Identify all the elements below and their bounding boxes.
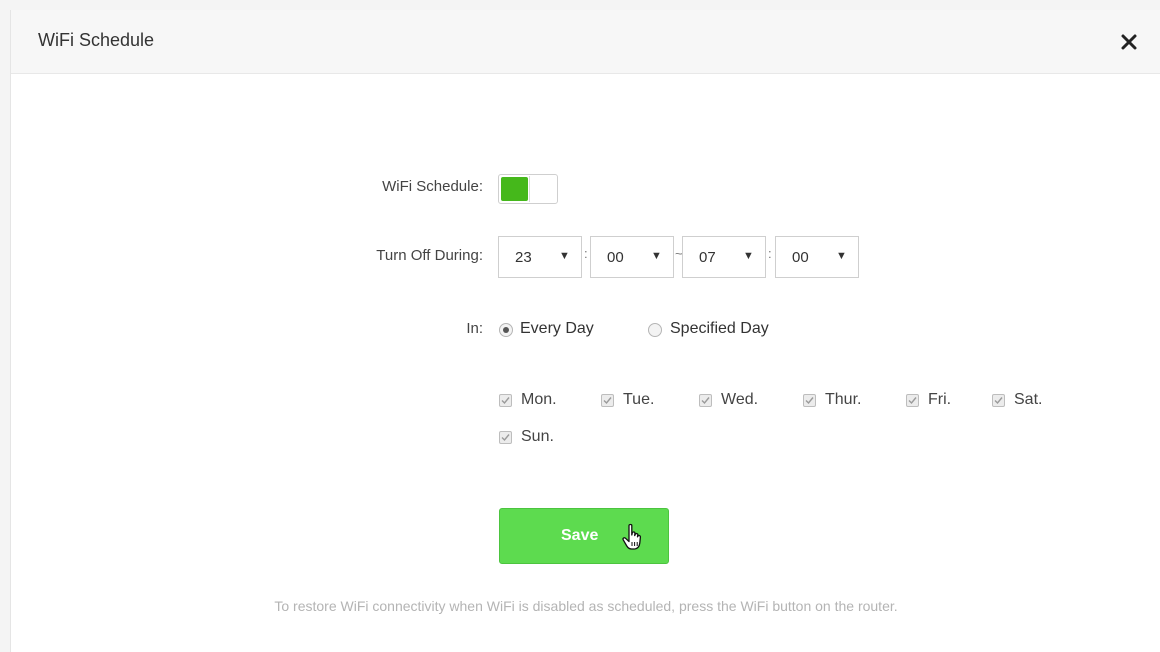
time-colon: :	[584, 246, 588, 261]
dropdown-arrow-icon: ▼	[836, 250, 847, 262]
close-button[interactable]	[1117, 30, 1141, 54]
close-icon	[1121, 34, 1137, 50]
checkmark-icon	[908, 397, 917, 405]
day-checkbox-sun[interactable]	[499, 431, 512, 444]
toggle-knob	[529, 176, 557, 202]
every-day-radio[interactable]	[499, 323, 513, 337]
save-button[interactable]: Save	[499, 508, 669, 564]
schedule-label: WiFi Schedule:	[382, 178, 483, 195]
start-minute-select[interactable]: 00 ▼	[590, 236, 674, 278]
checkmark-icon	[501, 434, 510, 442]
wifi-schedule-dialog: WiFi Schedule WiFi Schedule: Turn Off Du…	[10, 10, 1160, 652]
checkmark-icon	[805, 397, 814, 405]
start-minute-value: 00	[607, 249, 624, 266]
time-colon: :	[768, 246, 772, 261]
day-label-fri: Fri.	[928, 391, 952, 408]
start-hour-value: 23	[515, 249, 532, 266]
in-label: In:	[466, 320, 483, 337]
toggle-on-fill	[501, 177, 528, 201]
day-label-thur: Thur.	[825, 391, 862, 408]
specified-day-radio[interactable]	[648, 323, 662, 337]
hand-pointer-cursor-icon	[622, 523, 642, 550]
day-checkbox-tue[interactable]	[601, 394, 614, 407]
day-label-sun: Sun.	[521, 428, 554, 445]
dropdown-arrow-icon: ▼	[651, 250, 662, 262]
save-button-label: Save	[561, 527, 599, 544]
day-checkbox-fri[interactable]	[906, 394, 919, 407]
dialog-header: WiFi Schedule	[11, 10, 1160, 74]
day-checkbox-sat[interactable]	[992, 394, 1005, 407]
turn-off-label: Turn Off During:	[376, 247, 483, 264]
specified-day-label[interactable]: Specified Day	[670, 320, 769, 338]
footnote-text: To restore WiFi connectivity when WiFi i…	[274, 598, 898, 614]
day-label-sat: Sat.	[1014, 391, 1043, 408]
every-day-label[interactable]: Every Day	[520, 320, 594, 338]
day-checkbox-mon[interactable]	[499, 394, 512, 407]
day-checkbox-thur[interactable]	[803, 394, 816, 407]
checkmark-icon	[501, 397, 510, 405]
end-hour-select[interactable]: 07 ▼	[682, 236, 766, 278]
dropdown-arrow-icon: ▼	[559, 250, 570, 262]
end-hour-value: 07	[699, 249, 716, 266]
checkmark-icon	[603, 397, 612, 405]
day-label-wed: Wed.	[721, 391, 759, 408]
schedule-toggle[interactable]	[498, 174, 558, 204]
day-checkbox-wed[interactable]	[699, 394, 712, 407]
dialog-title: WiFi Schedule	[38, 30, 155, 50]
end-minute-value: 00	[792, 249, 809, 266]
day-label-mon: Mon.	[521, 391, 557, 408]
end-minute-select[interactable]: 00 ▼	[775, 236, 859, 278]
checkmark-icon	[994, 397, 1003, 405]
day-label-tue: Tue.	[623, 391, 655, 408]
checkmark-icon	[701, 397, 710, 405]
dropdown-arrow-icon: ▼	[743, 250, 754, 262]
start-hour-select[interactable]: 23 ▼	[498, 236, 582, 278]
